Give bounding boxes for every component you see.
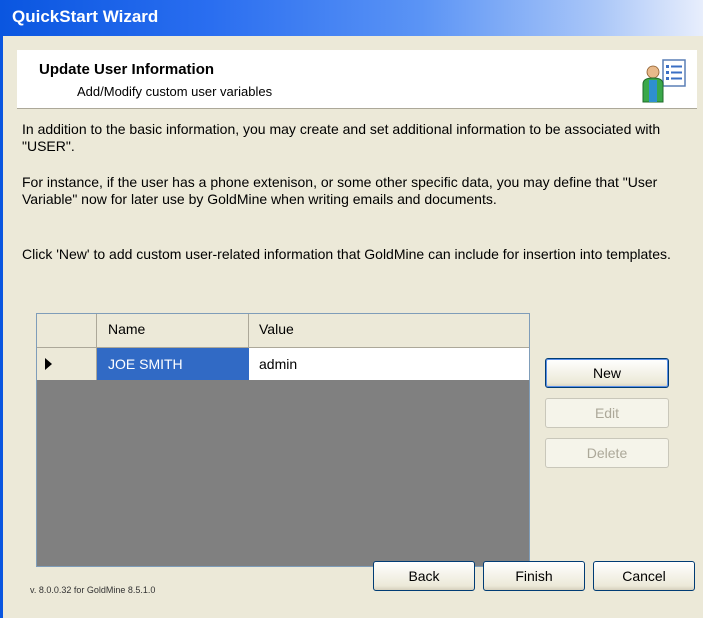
intro-paragraph: In addition to the basic information, yo… [22,121,661,154]
new-button[interactable]: New [545,358,669,388]
example-paragraph: For instance, if the user has a phone ex… [22,174,658,207]
version-label: v. 8.0.0.32 for GoldMine 8.5.1.0 [30,585,156,595]
finish-button[interactable]: Finish [483,561,585,591]
window-title: QuickStart Wizard [12,7,159,26]
window-border [0,36,3,618]
grid-header: Name Value [37,314,529,348]
user-list-icon [642,59,686,103]
wizard-header: Update User Information Add/Modify custo… [17,50,697,109]
edit-button[interactable]: Edit [545,398,669,428]
title-bar[interactable]: QuickStart Wizard [0,0,703,36]
back-button[interactable]: Back [373,561,475,591]
row-selector[interactable] [37,348,97,380]
current-row-icon [45,358,52,370]
user-variables-grid[interactable]: Name Value JOE SMITH admin [36,313,530,567]
row-selector-header [37,314,97,347]
cell-name[interactable]: JOE SMITH [97,348,249,380]
header-subtitle: Add/Modify custom user variables [77,84,273,99]
table-row[interactable]: JOE SMITH admin [37,348,529,380]
cell-value[interactable]: admin [249,348,529,380]
delete-button[interactable]: Delete [545,438,669,468]
instruction-paragraph: Click 'New' to add custom user-related i… [22,246,671,262]
column-header-name[interactable]: Name [97,314,249,347]
column-header-value[interactable]: Value [249,314,529,347]
header-title: Update User Information [39,61,215,78]
cancel-button[interactable]: Cancel [593,561,695,591]
